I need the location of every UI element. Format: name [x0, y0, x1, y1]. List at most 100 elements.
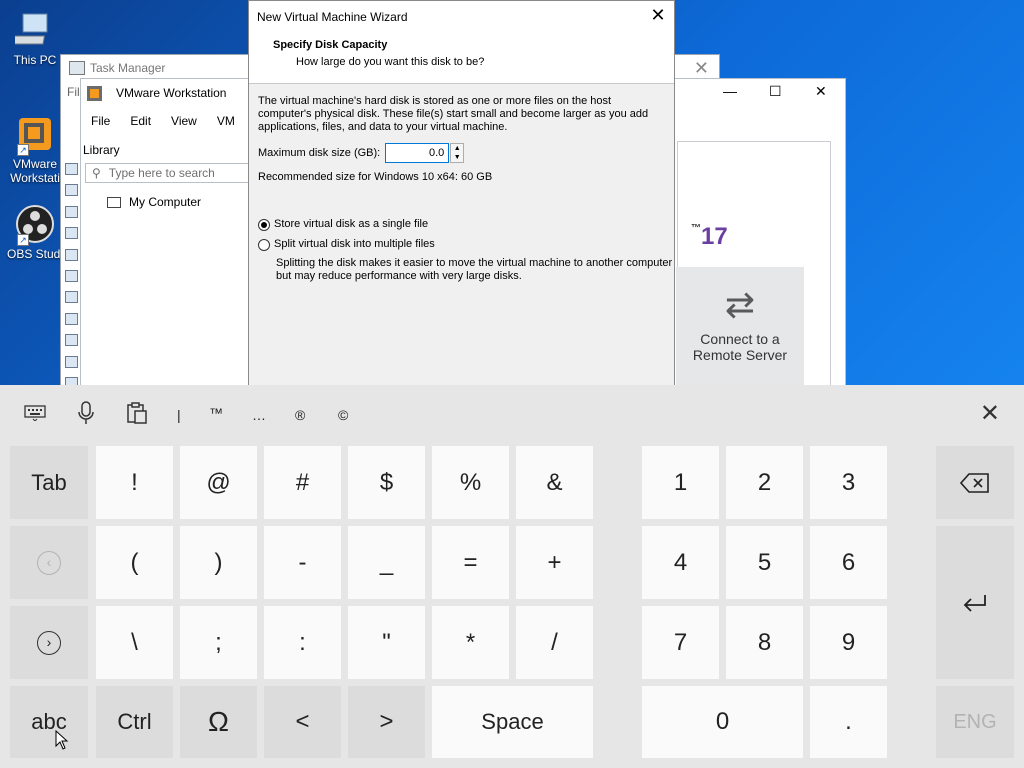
- key-9[interactable]: 9: [810, 606, 887, 679]
- key-equals[interactable]: =: [432, 526, 509, 599]
- key-omega[interactable]: Ω: [180, 686, 257, 758]
- vmware-title: VMware Workstation: [116, 86, 227, 100]
- minimize-icon[interactable]: —: [723, 83, 737, 99]
- key-underscore[interactable]: _: [348, 526, 425, 599]
- key-1[interactable]: 1: [642, 446, 719, 519]
- suggestion-trademark[interactable]: ™: [209, 405, 223, 421]
- clipboard-icon[interactable]: [126, 402, 148, 427]
- desktop-icon-vmware[interactable]: ↗ VMware Workstati: [6, 114, 64, 185]
- key-percent[interactable]: %: [432, 446, 509, 519]
- key-right-arrow[interactable]: >: [348, 686, 425, 758]
- radio-split-files[interactable]: [258, 238, 270, 251]
- option-single-file-label: Store virtual disk as a single file: [274, 218, 429, 230]
- spin-down-icon[interactable]: ▼: [451, 153, 463, 162]
- keyboard-toolbar: | ™ … ® © ✕: [0, 385, 1024, 441]
- maximize-icon[interactable]: ☐: [769, 83, 782, 100]
- key-tab[interactable]: Tab: [10, 446, 88, 519]
- key-hash[interactable]: #: [264, 446, 341, 519]
- disk-size-spinner[interactable]: ▲ ▼: [450, 143, 465, 163]
- key-left-arrow[interactable]: <: [264, 686, 341, 758]
- key-4[interactable]: 4: [642, 526, 719, 599]
- close-icon[interactable]: ✕: [815, 83, 827, 100]
- menu-view[interactable]: View: [161, 114, 207, 128]
- desktop-icon-this-pc[interactable]: This PC: [6, 10, 64, 67]
- desktop-icon-obs[interactable]: ↗ OBS Studi: [6, 204, 64, 261]
- key-abc[interactable]: abc: [10, 686, 88, 758]
- disk-description: The virtual machine's hard disk is store…: [258, 95, 649, 133]
- key-at[interactable]: @: [180, 446, 257, 519]
- key-language[interactable]: ENG: [936, 686, 1014, 758]
- microphone-icon[interactable]: [78, 401, 94, 428]
- task-manager-title: Task Manager: [90, 61, 166, 75]
- key-dollar[interactable]: $: [348, 446, 425, 519]
- chevron-right-circle-icon: ›: [37, 630, 61, 655]
- key-slash[interactable]: /: [516, 606, 593, 679]
- option-single-file[interactable]: Store virtual disk as a single file: [258, 218, 665, 231]
- suggestion-ellipsis[interactable]: …: [252, 407, 266, 423]
- key-8[interactable]: 8: [726, 606, 803, 679]
- key-colon[interactable]: :: [264, 606, 341, 679]
- key-5[interactable]: 5: [726, 526, 803, 599]
- wizard-body: The virtual machine's hard disk is store…: [249, 84, 674, 294]
- connect-remote-server-button[interactable]: ⇄ Connect to a Remote Server: [676, 267, 804, 385]
- key-6[interactable]: 6: [810, 526, 887, 599]
- key-3[interactable]: 3: [810, 446, 887, 519]
- key-quote[interactable]: ": [348, 606, 425, 679]
- max-disk-size-input[interactable]: 0.0: [385, 143, 450, 163]
- connect-label-2: Remote Server: [692, 347, 788, 363]
- library-search-input[interactable]: ⚲ Type here to search: [85, 163, 255, 183]
- backspace-icon: [960, 472, 989, 493]
- key-next[interactable]: ›: [10, 606, 88, 679]
- library-search-placeholder: Type here to search: [108, 166, 215, 180]
- suggestion-registered[interactable]: ®: [295, 407, 305, 423]
- vmware-logo-icon: [87, 85, 102, 101]
- chevron-left-circle-icon: ‹: [37, 550, 61, 575]
- key-2[interactable]: 2: [726, 446, 803, 519]
- new-vm-wizard-dialog[interactable]: New Virtual Machine Wizard ✕ Specify Dis…: [248, 0, 675, 385]
- key-semicolon[interactable]: ;: [180, 606, 257, 679]
- search-icon: ⚲: [92, 166, 101, 180]
- vmware-icon: ↗: [15, 114, 55, 156]
- menu-vm[interactable]: VM: [207, 114, 245, 128]
- library-item-my-computer[interactable]: My Computer: [107, 195, 201, 209]
- key-exclamation[interactable]: !: [96, 446, 173, 519]
- task-manager-menu-file[interactable]: Fil: [67, 85, 80, 99]
- max-disk-size-row: Maximum disk size (GB): 0.0 ▲ ▼: [258, 143, 665, 163]
- version-label: ™17: [691, 223, 728, 250]
- key-plus[interactable]: +: [516, 526, 593, 599]
- key-backspace[interactable]: [936, 446, 1014, 519]
- touch-keyboard: | ™ … ® © ✕ Tab ! @ # $ % & ‹ ( ) - _ = …: [0, 385, 1024, 768]
- wizard-close-icon[interactable]: ✕: [650, 5, 666, 25]
- key-0[interactable]: 0: [642, 686, 803, 758]
- key-space[interactable]: Space: [432, 686, 593, 758]
- recommended-size: Recommended size for Windows 10 x64: 60 …: [258, 171, 493, 183]
- wizard-subheading: How large do you want this disk to be?: [296, 56, 485, 68]
- key-enter[interactable]: [936, 526, 1014, 679]
- key-7[interactable]: 7: [642, 606, 719, 679]
- obs-icon: ↗: [15, 204, 55, 246]
- keyboard-close-icon[interactable]: ✕: [980, 399, 1000, 428]
- key-prev[interactable]: ‹: [10, 526, 88, 599]
- key-ctrl[interactable]: Ctrl: [96, 686, 173, 758]
- key-asterisk[interactable]: *: [432, 606, 509, 679]
- max-disk-size-label: Maximum disk size (GB):: [258, 146, 381, 159]
- option-split-files[interactable]: Split virtual disk into multiple files: [258, 238, 665, 251]
- option-split-files-label: Split virtual disk into multiple files: [274, 238, 435, 250]
- keyboard-settings-icon[interactable]: [24, 405, 46, 424]
- key-backslash[interactable]: \: [96, 606, 173, 679]
- library-header: Library: [83, 143, 120, 157]
- wizard-header: New Virtual Machine Wizard ✕ Specify Dis…: [249, 1, 674, 84]
- menu-edit[interactable]: Edit: [120, 114, 161, 128]
- key-ampersand[interactable]: &: [516, 446, 593, 519]
- key-period[interactable]: .: [810, 686, 887, 758]
- suggestion-copyright[interactable]: ©: [338, 407, 348, 423]
- key-hyphen[interactable]: -: [264, 526, 341, 599]
- suggestion-pipe[interactable]: |: [177, 407, 181, 423]
- radio-single-file[interactable]: [258, 218, 270, 231]
- key-close-paren[interactable]: ): [180, 526, 257, 599]
- split-note: Splitting the disk makes it easier to mo…: [276, 257, 673, 282]
- key-open-paren[interactable]: (: [96, 526, 173, 599]
- menu-file[interactable]: File: [81, 114, 120, 128]
- spin-up-icon[interactable]: ▲: [451, 144, 463, 153]
- task-manager-close-icon[interactable]: ✕: [694, 58, 709, 79]
